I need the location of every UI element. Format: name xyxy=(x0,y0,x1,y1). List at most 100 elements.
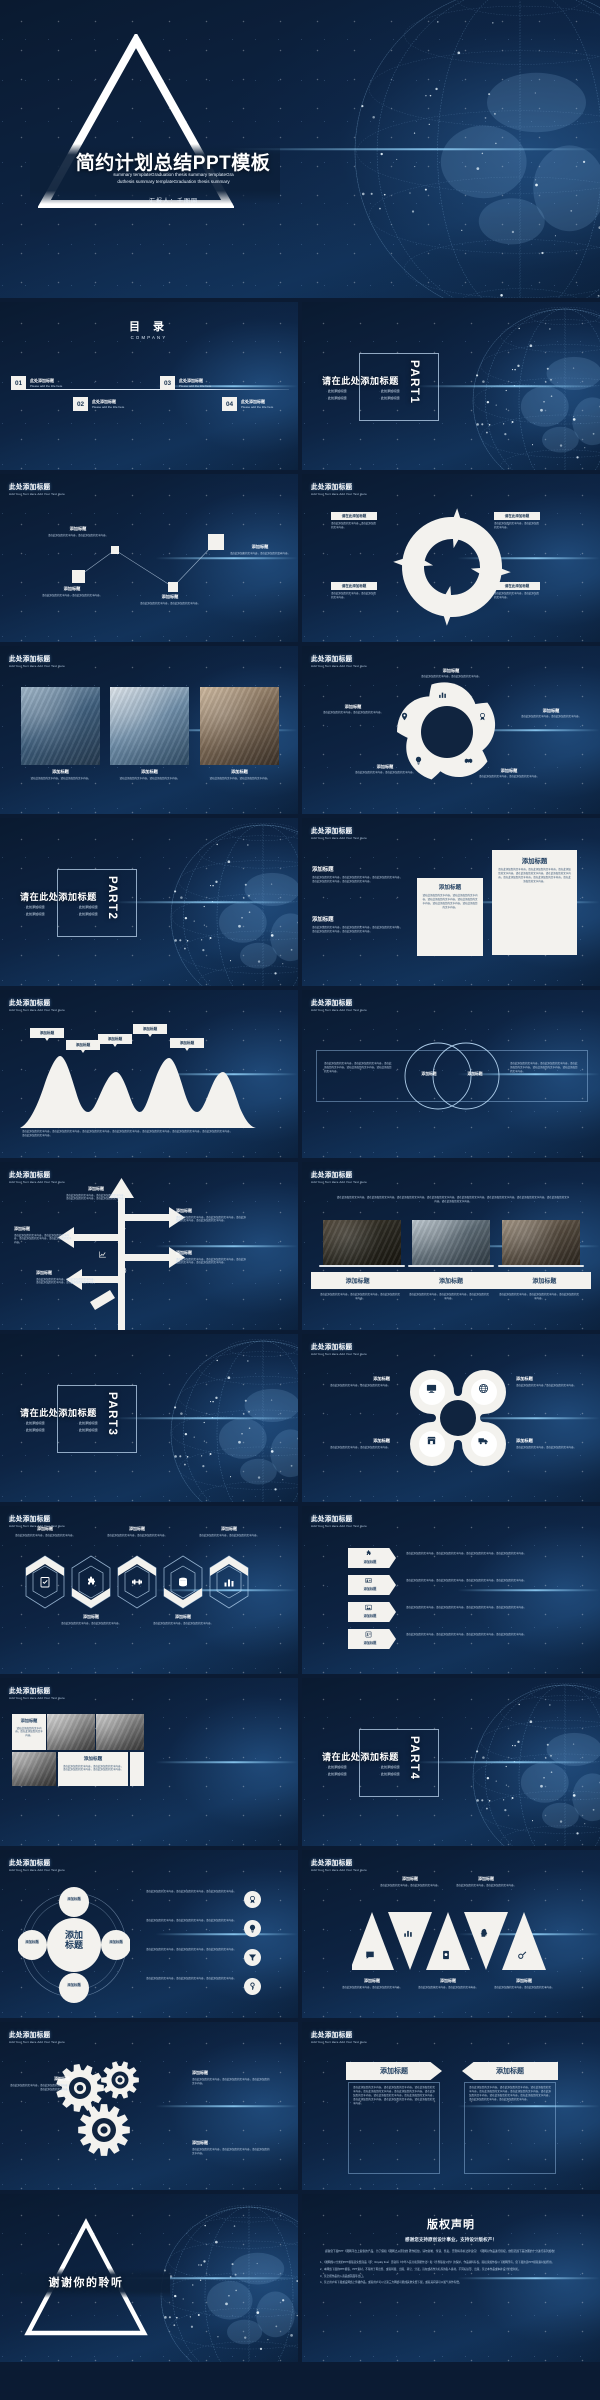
slide-header: 此处添加标题 Add Your Text Here Add Your Text H… xyxy=(311,1513,367,1528)
slide-section-divider-part3[interactable]: 请在此处添加标题此处添加标题此处添加标题此处添加标题此处添加标题PART3 xyxy=(0,1334,298,1502)
slide-chevron-list[interactable]: 此处添加标题 Add Your Text Here Add Your Text H… xyxy=(302,1506,600,1674)
cycle-item-label[interactable]: 请在此添加标题 xyxy=(331,582,377,590)
globe-graphic xyxy=(158,2204,298,2362)
arrow-tree-label: 添加标题 xyxy=(36,1270,52,1275)
hexagon-item-text: 添加标题 请在此添加您的文字内容，请在此添加您的文字内容。 xyxy=(105,1526,169,1537)
triangle-body: 请在此添加您的文字内容，请在此添加您的文字内容。 xyxy=(379,1883,440,1887)
slide-title: 此处添加标题 xyxy=(9,656,51,663)
photo-caption-body: 请在此添加您的文字内容，请在此添加您的文字内容。 xyxy=(119,776,180,780)
mountain-callout[interactable]: 添加标题 xyxy=(133,1024,167,1037)
slide-triangles[interactable]: 此处添加标题 Add Your Text Here Add Your Text H… xyxy=(302,1850,600,2018)
slide-cycle-diagram[interactable]: 此处添加标题 Add Your Text Here Add Your Text H… xyxy=(302,474,600,642)
slide-three-photos[interactable]: 此处添加标题 Add Your Text Here Add Your Text H… xyxy=(0,646,298,814)
slide-center-hub[interactable]: 此处添加标题 Add Your Text Here Add Your Text H… xyxy=(0,1850,298,2018)
toc-item-04[interactable]: 04 此处添加标题 Please add the title here xyxy=(222,397,273,411)
triangle-label: 添加标题 xyxy=(364,1978,380,1983)
banner-body: 请在此添加您的文字内容，请在此添加您的文字内容，请在此添加您的文字内容，请在此添… xyxy=(469,2086,551,2101)
hexagon-body: 请在此添加您的文字内容，请在此添加您的文字内容。 xyxy=(198,1533,259,1537)
chevron-banner[interactable] xyxy=(348,1602,396,1622)
slide-header: 此处添加标题 Add Your Text Here Add Your Text H… xyxy=(9,1685,65,1700)
hexagon-label: 添加标题 xyxy=(129,1526,145,1531)
mountain-callout[interactable]: 添加标题 xyxy=(98,1034,132,1047)
laptop-label-band: 添加标题 添加标题 添加标题 xyxy=(311,1272,591,1289)
slide-arrow-tree[interactable]: 此处添加标题 Add Your Text Here Add Your Text H… xyxy=(0,1162,298,1330)
laptop-label[interactable]: 添加标题 xyxy=(404,1272,497,1289)
slide-mountains-chart[interactable]: 此处添加标题 Add Your Text Here Add Your Text H… xyxy=(0,990,298,1158)
slide-table-of-contents[interactable]: 目 录 COMPANY 01 此处添加标题 Please add the title h… xyxy=(0,302,298,470)
copyright-content: 版权声明 感谢您支持原创设计事业，支持设计版权产！ 感谢您下载PPT《图网平台上提供… xyxy=(320,2216,582,2286)
quad-hub-label: 添加标题 xyxy=(373,1376,390,1381)
toc-item-sublabel: Please add the title here xyxy=(92,405,125,410)
mosaic-text-card-bottom[interactable]: 添加标题 请在此添加您的文字内容，请在此添加您的文字内容，请在此添加您的文字内容，… xyxy=(58,1752,128,1786)
laptop-label[interactable]: 添加标题 xyxy=(311,1272,404,1289)
text-card-middle[interactable]: 添加标题 请在此添加您的文字内容，请在此添加您的文字内容，请在此添加您的文字内容，… xyxy=(417,878,483,956)
zigzag-node-body: 请在此添加您的文字内容，请在此添加您的文字内容。 xyxy=(229,552,290,555)
zigzag-node[interactable] xyxy=(111,546,119,554)
copyright-item: 2、本网络下载的PPT模版、PPT素材，不得用于再出售、或者转载、出版、转让、分… xyxy=(320,2267,521,2271)
mountain-callout[interactable]: 添加标题 xyxy=(30,1028,64,1041)
center-hub-satellite[interactable]: 添加标题 xyxy=(52,1982,96,1987)
venn-right-label: 添加标题 xyxy=(467,1072,483,1076)
globe-graphic xyxy=(168,822,298,986)
mobile-icon xyxy=(441,1950,451,1960)
mountain-callout[interactable]: 添加标题 xyxy=(66,1040,100,1053)
zigzag-node[interactable] xyxy=(208,534,224,550)
text-card-right[interactable]: 添加标题 请在此添加您的文字内容，请在此添加您的文字内容，请在此添加您的文字内容，… xyxy=(492,850,577,955)
mosaic-text-card-top[interactable]: 添加标题 请在此添加您的文字内容，请在此添加您的文字内容。 xyxy=(12,1714,46,1750)
slide-subtitle: Add Your Text Here Add Your Text Here xyxy=(9,1696,65,1701)
slide-two-banners[interactable]: 此处添加标题 Add Your Text Here Add Your Text H… xyxy=(302,2022,600,2190)
slide-subtitle: Add Your Text Here Add Your Text Here xyxy=(311,492,367,497)
venn-left-body: 请在此添加您的文字内容，请在此添加您的文字内容，请在此添加您的文字内容，请在此添… xyxy=(324,1062,392,1073)
slide-section-divider-part4[interactable]: 请在此处添加标题此处添加标题此处添加标题此处添加标题此处添加标题PART4 xyxy=(302,1678,600,1846)
slide-three-columns-text[interactable]: 此处添加标题 Add Your Text Here Add Your Text H… xyxy=(302,818,600,986)
slide-cover[interactable]: 简约计划总结PPT模板 summary templateGraduation th… xyxy=(0,0,600,298)
slide-section-divider-part1[interactable]: 请在此处添加标题此处添加标题此处添加标题此处添加标题此处添加标题PART1 xyxy=(302,302,600,470)
slide-thank-you[interactable]: 谢谢你的聆听 xyxy=(0,2194,298,2362)
banner-header[interactable]: 添加标题 xyxy=(462,2062,558,2080)
card-body: 请在此添加您的文字内容，请在此添加您的文字内容，请在此添加您的文字内容，请在此添… xyxy=(422,894,478,909)
slide-section-divider-part2[interactable]: 请在此处添加标题此处添加标题此处添加标题此处添加标题此处添加标题PART2 xyxy=(0,818,298,986)
toc-item-01[interactable]: 01 此处添加标题 Please add the title here xyxy=(11,376,62,390)
slide-title: 此处添加标题 xyxy=(9,1688,51,1695)
chevron-banner[interactable] xyxy=(348,1629,396,1649)
slide-photo-mosaic[interactable]: 此处添加标题 Add Your Text Here Add Your Text H… xyxy=(0,1678,298,1846)
part-number: PART4 xyxy=(408,1736,420,1781)
banner-header[interactable]: 添加标题 xyxy=(346,2062,442,2080)
zigzag-node[interactable] xyxy=(168,582,178,592)
toc-item-03[interactable]: 03 此处添加标题 Please add the title here xyxy=(160,376,211,390)
triangle-top-item: 添加标题 请在此添加您的文字内容，请在此添加您的文字内容。 xyxy=(376,1876,444,1887)
part-bullet: 此处添加标题 xyxy=(24,904,71,909)
slide-venn-diagram[interactable]: 此处添加标题 Add Your Text Here Add Your Text H… xyxy=(302,990,600,1158)
photo-caption-body: 请在此添加您的文字内容，请在此添加您的文字内容。 xyxy=(30,776,91,780)
slide-hexagon-icons[interactable]: 此处添加标题 Add Your Text Here Add Your Text H… xyxy=(0,1506,298,1674)
slide-zigzag-nodes[interactable]: 此处添加标题 Add Your Text Here Add Your Text H… xyxy=(0,474,298,642)
chevron-banner[interactable] xyxy=(348,1548,396,1568)
chevron-banner[interactable] xyxy=(348,1575,396,1595)
cycle-item-label[interactable]: 请在此添加标题 xyxy=(331,512,377,520)
database-icon xyxy=(177,1576,189,1588)
laptop-base xyxy=(319,1265,405,1268)
cycle-item-label[interactable]: 请在此添加标题 xyxy=(494,582,540,590)
photo-caption-label: 添加标题 xyxy=(52,769,69,774)
cycle-item-label[interactable]: 请在此添加标题 xyxy=(494,512,540,520)
slide-gears[interactable]: 此处添加标题 Add Your Text Here Add Your Text H… xyxy=(0,2022,298,2190)
slide-subtitle: Add Your Text Here Add Your Text Here xyxy=(9,1868,65,1873)
toc-item-02[interactable]: 02 此处添加标题 Please add the title here xyxy=(73,397,124,411)
zigzag-node[interactable] xyxy=(72,570,85,583)
mountain-callout[interactable]: 添加标题 xyxy=(170,1038,204,1051)
pinwheel-item-body: 请在此添加您的文字内容，请在此添加您的文字内容。 xyxy=(478,775,539,779)
venn-right-body: 请在此添加您的文字内容，请在此添加您的文字内容，请在此添加您的文字内容，请在此添… xyxy=(510,1062,578,1073)
toc-item-label: 此处添加标题 xyxy=(241,398,265,404)
center-hub-satellite[interactable]: 添加标题 xyxy=(52,1896,96,1901)
gears-label: 添加标题 xyxy=(54,2076,70,2081)
slide-subtitle: Add Your Text Here Add Your Text Here xyxy=(311,1868,367,1873)
center-hub-satellite[interactable]: 添加标题 xyxy=(10,1939,54,1944)
slide-quad-hub[interactable]: 此处添加标题 Add Your Text Here Add Your Text H… xyxy=(302,1334,600,1502)
slide-laptop-mockups[interactable]: 此处添加标题 Add Your Text Here Add Your Text H… xyxy=(302,1162,600,1330)
center-hub-satellite[interactable]: 添加标题 xyxy=(94,1939,138,1944)
slide-copyright-notice[interactable]: 版权声明 感谢您支持原创设计事业，支持设计版权产！ 感谢您下载PPT《图网平台上提供… xyxy=(302,2194,600,2362)
center-hub-row-body: 请在此添加您的文字内容，请在此添加您的文字内容，请在此添加您的文字内容。 xyxy=(145,1977,236,1980)
laptop-label[interactable]: 添加标题 xyxy=(498,1272,591,1289)
pinwheel-item: 添加标题 请在此添加您的文字内容，请在此添加您的文字内容。 xyxy=(320,704,386,715)
slide-pinwheel-diagram[interactable]: 此处添加标题 Add Your Text Here Add Your Text H… xyxy=(302,646,600,814)
